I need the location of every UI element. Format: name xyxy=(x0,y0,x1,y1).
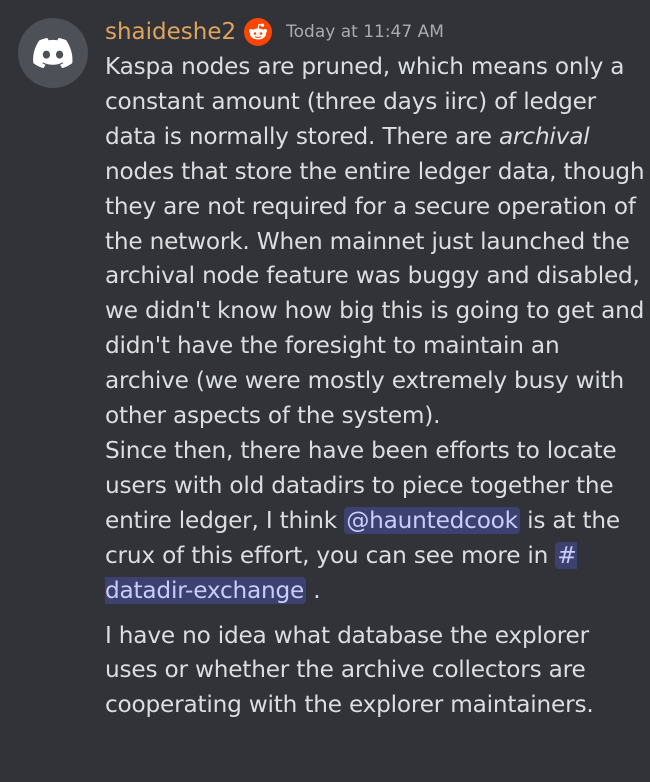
channel-name: datadir-exchange xyxy=(105,576,305,604)
message-body: Kaspa nodes are pruned, which means only… xyxy=(105,50,645,723)
chat-message: shaideshe2 Today at 11:47 AM Kaspa nodes… xyxy=(0,0,650,782)
avatar[interactable] xyxy=(18,18,88,88)
paragraph-2-text-c: . xyxy=(306,576,321,604)
message-header: shaideshe2 Today at 11:47 AM xyxy=(105,14,645,50)
paragraph-1: Kaspa nodes are pruned, which means only… xyxy=(105,50,645,434)
paragraph-3: I have no idea what database the explore… xyxy=(105,621,594,719)
discord-icon xyxy=(33,38,73,68)
timestamp[interactable]: Today at 11:47 AM xyxy=(286,22,444,42)
channel-hash-icon: # xyxy=(557,541,577,569)
user-mention[interactable]: @hauntedcook xyxy=(344,506,520,534)
paragraph-1-emphasis: archival xyxy=(499,122,590,150)
message-content: shaideshe2 Today at 11:47 AM Kaspa nodes… xyxy=(105,14,645,723)
paragraph-2: Since then, there have been efforts to l… xyxy=(105,434,645,609)
paragraph-1-text-b: nodes that store the entire ledger data,… xyxy=(105,157,645,430)
reddit-icon xyxy=(244,18,273,46)
username[interactable]: shaideshe2 xyxy=(105,19,236,45)
